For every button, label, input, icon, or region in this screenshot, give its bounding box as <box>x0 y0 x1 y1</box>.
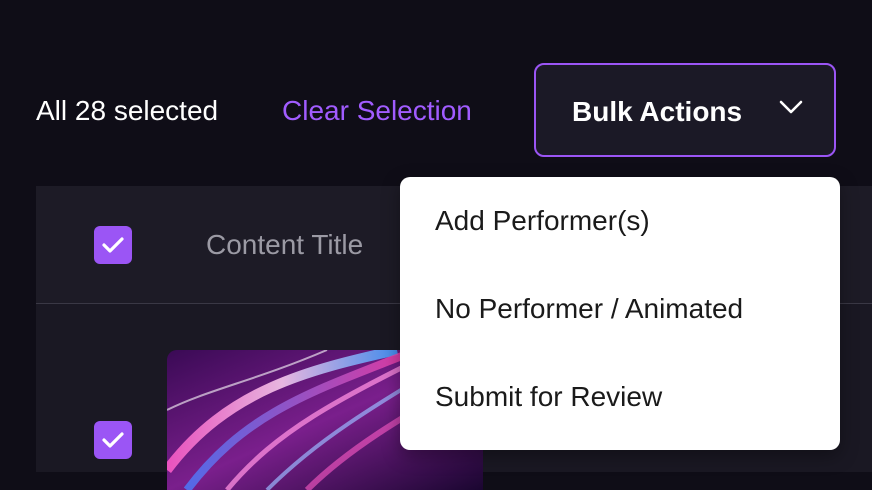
content-title-column-header[interactable]: Content Title <box>206 228 363 262</box>
select-all-checkbox[interactable] <box>94 226 132 264</box>
bulk-actions-menu: Add Performer(s) No Performer / Animated… <box>400 177 840 450</box>
bulk-actions-label: Bulk Actions <box>572 96 743 127</box>
chevron-down-icon <box>779 100 803 114</box>
menu-item-add-performers[interactable]: Add Performer(s) <box>435 204 650 238</box>
clear-selection-link[interactable]: Clear Selection <box>282 94 472 128</box>
selection-count: All 28 selected <box>36 95 219 126</box>
row-checkbox[interactable] <box>94 421 132 459</box>
bulk-actions-button[interactable]: Bulk Actions <box>534 63 836 157</box>
menu-item-submit-for-review[interactable]: Submit for Review <box>435 380 662 414</box>
checkmark-icon <box>102 237 124 253</box>
checkmark-icon <box>102 432 124 448</box>
menu-item-no-performer-animated[interactable]: No Performer / Animated <box>435 292 743 326</box>
